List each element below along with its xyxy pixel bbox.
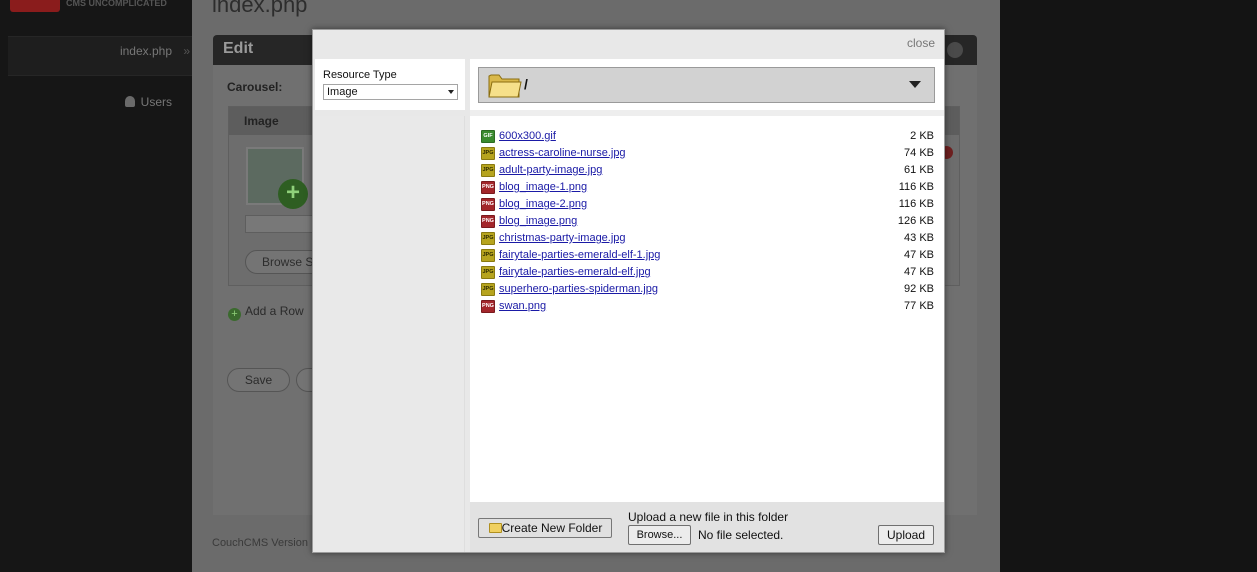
selected-file-status: No file selected. <box>698 528 784 542</box>
file-size: 116 KB <box>898 198 934 210</box>
file-name-link[interactable]: blog_image.png <box>499 213 577 230</box>
upload-button[interactable]: Upload <box>878 525 934 545</box>
file-row[interactable]: PNG blog_image.png 126 KB <box>479 213 934 230</box>
file-name-link[interactable]: fairytale-parties-emerald-elf-1.jpg <box>499 247 660 264</box>
file-name-link[interactable]: superhero-parties-spiderman.jpg <box>499 281 658 298</box>
page-title: index.php <box>212 0 308 17</box>
resource-type-value: Image <box>327 86 358 98</box>
file-name-link[interactable]: 600x300.gif <box>499 128 556 145</box>
jpg-file-icon: JPG <box>481 147 495 160</box>
gif-file-icon: GIF <box>481 130 495 143</box>
file-row[interactable]: JPG superhero-parties-spiderman.jpg 92 KB <box>479 281 934 298</box>
current-folder-path: / <box>524 76 528 92</box>
file-size: 74 KB <box>904 147 934 159</box>
png-file-icon: PNG <box>481 181 495 194</box>
file-row[interactable]: GIF 600x300.gif 2 KB <box>479 128 934 145</box>
file-size: 2 KB <box>910 130 934 142</box>
png-file-icon: PNG <box>481 215 495 228</box>
file-row[interactable]: JPG actress-caroline-nurse.jpg 74 KB <box>479 145 934 162</box>
file-row[interactable]: JPG christmas-party-image.jpg 43 KB <box>479 230 934 247</box>
file-size: 77 KB <box>904 300 934 312</box>
page-gutter <box>1000 0 1257 572</box>
create-new-folder-label: Create New Folder <box>501 521 603 535</box>
folder-tree-panel <box>315 116 465 552</box>
folder-icon <box>488 74 522 98</box>
file-row[interactable]: JPG fairytale-parties-emerald-elf-1.jpg 47… <box>479 247 934 264</box>
sidebar-item-index-php[interactable]: index.php » <box>8 36 192 76</box>
add-row-button[interactable]: + Add a Row <box>228 304 304 321</box>
sidebar-item-users[interactable]: Users <box>8 88 192 128</box>
file-row[interactable]: PNG blog_image-2.png 116 KB <box>479 196 934 213</box>
file-row[interactable]: PNG swan.png 77 KB <box>479 298 934 315</box>
file-name-link[interactable]: fairytale-parties-emerald-elf.jpg <box>499 264 651 281</box>
jpg-file-icon: JPG <box>481 266 495 279</box>
file-name-link[interactable]: blog_image-1.png <box>499 179 587 196</box>
file-list: GIF 600x300.gif 2 KB JPG actress-caroline-nu… <box>479 128 934 315</box>
image-placeholder[interactable]: + <box>246 147 308 209</box>
sidebar-item-label: index.php <box>119 44 172 58</box>
plus-circle-icon: + <box>228 308 241 321</box>
create-new-folder-button[interactable]: Create New Folder <box>478 518 612 538</box>
png-file-icon: PNG <box>481 198 495 211</box>
png-file-icon: PNG <box>481 300 495 313</box>
add-image-icon: + <box>278 179 308 209</box>
logo-tagline: CMS UNCOMPLICATED <box>66 0 167 8</box>
carousel-field-label: Carousel: <box>227 80 283 94</box>
add-row-label: Add a Row <box>245 304 304 318</box>
file-name-link[interactable]: blog_image-2.png <box>499 196 587 213</box>
file-row[interactable]: JPG fairytale-parties-emerald-elf.jpg 47 K… <box>479 264 934 281</box>
user-icon <box>124 96 135 107</box>
dropdown-arrow-icon <box>448 90 454 94</box>
file-name-link[interactable]: adult-party-image.jpg <box>499 162 602 179</box>
jpg-file-icon: JPG <box>481 232 495 245</box>
edit-panel-title: Edit <box>223 40 254 57</box>
file-size: 43 KB <box>904 232 934 244</box>
double-chevron-icon: » <box>183 44 190 58</box>
file-size: 92 KB <box>904 283 934 295</box>
couchcms-logo <box>10 0 60 12</box>
upload-prompt: Upload a new file in this folder <box>628 510 789 524</box>
file-size: 61 KB <box>904 164 934 176</box>
divider <box>470 110 944 116</box>
upload-footer: Create New Folder Upload a new file in t… <box>470 502 944 552</box>
file-size: 126 KB <box>897 215 934 227</box>
jpg-file-icon: JPG <box>481 283 495 296</box>
chevron-down-icon[interactable] <box>909 81 921 88</box>
admin-sidebar: CMS UNCOMPLICATED index.php » Users <box>0 0 192 572</box>
jpg-file-icon: JPG <box>481 249 495 262</box>
folder-icon <box>489 523 502 533</box>
jpg-file-icon: JPG <box>481 164 495 177</box>
sidebar-item-label: Users <box>140 95 172 109</box>
browse-file-button[interactable]: Browse... <box>628 525 691 545</box>
file-name-link[interactable]: christmas-party-image.jpg <box>499 230 626 247</box>
file-name-link[interactable]: actress-caroline-nurse.jpg <box>499 145 626 162</box>
resource-type-panel: Resource Type Image <box>315 59 465 110</box>
file-size: 47 KB <box>904 249 934 261</box>
panel-options-icon[interactable] <box>947 42 963 58</box>
resource-type-label: Resource Type <box>323 69 397 81</box>
save-button[interactable]: Save <box>227 368 290 392</box>
current-folder-select[interactable]: / <box>478 67 935 103</box>
close-link[interactable]: close <box>907 36 935 50</box>
file-size: 116 KB <box>898 181 934 193</box>
file-row[interactable]: JPG adult-party-image.jpg 61 KB <box>479 162 934 179</box>
resource-type-select[interactable]: Image <box>323 84 458 100</box>
file-row[interactable]: PNG blog_image-1.png 116 KB <box>479 179 934 196</box>
file-name-link[interactable]: swan.png <box>499 298 546 315</box>
file-browser-dialog: close Resource Type Image / GIF 600x300.g… <box>312 29 945 553</box>
version-footer: CouchCMS Version <box>212 537 308 549</box>
file-size: 47 KB <box>904 266 934 278</box>
